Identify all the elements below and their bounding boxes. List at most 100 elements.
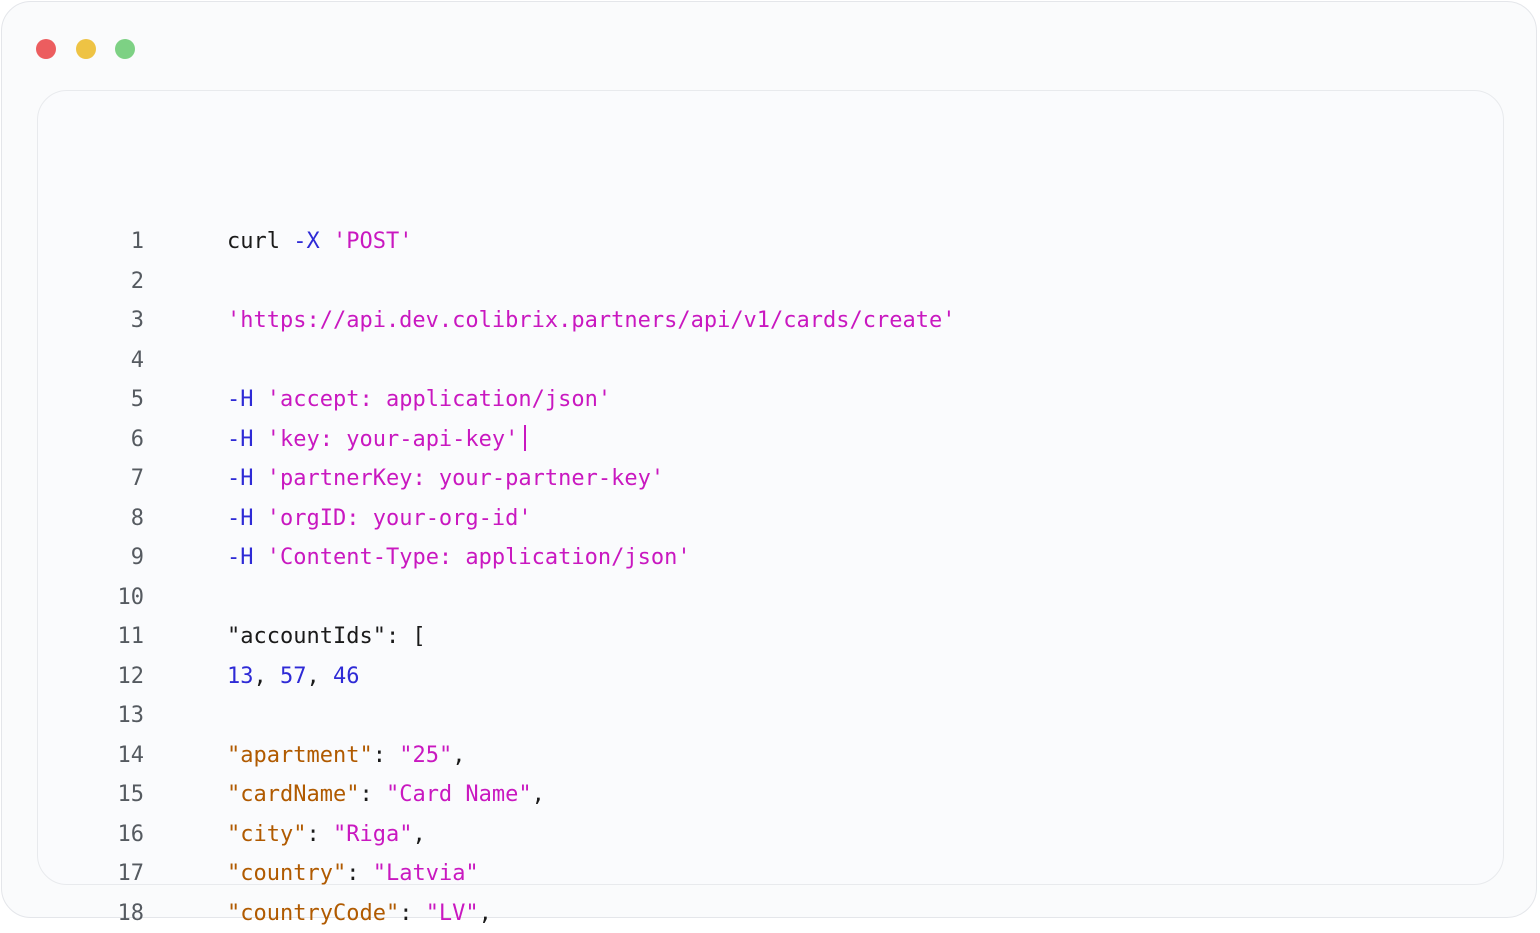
code-token: 'key: your-api-key'	[267, 427, 519, 452]
code-line: 3 'https://api.dev.colibrix.partners/api/…	[38, 301, 1503, 341]
code-token: ,	[307, 664, 334, 689]
code-line: 11 "accountIds": [	[38, 617, 1503, 657]
code-token	[254, 545, 267, 570]
line-number: 3	[78, 301, 144, 341]
maximize-window-button[interactable]	[115, 39, 135, 59]
code-line: 8 -H 'orgID: your-org-id'	[38, 499, 1503, 539]
code-token: "Card Name"	[386, 782, 532, 807]
code-token: ,	[452, 743, 465, 768]
code-token	[254, 387, 267, 412]
code-token: 'orgID: your-org-id'	[267, 506, 532, 531]
line-number: 7	[78, 459, 144, 499]
close-window-button[interactable]	[36, 39, 56, 59]
line-number: 16	[78, 815, 144, 855]
code-token	[254, 466, 267, 491]
code-text[interactable]: -H 'partnerKey: your-partner-key'	[227, 459, 664, 499]
code-line: 4	[38, 341, 1503, 381]
code-text[interactable]: -H 'key: your-api-key'	[227, 420, 526, 460]
code-line: 12 13, 57, 46	[38, 657, 1503, 697]
code-line: 6 -H 'key: your-api-key'	[38, 420, 1503, 460]
code-token: :	[399, 901, 426, 926]
code-token: -H	[227, 466, 254, 491]
code-token: ,	[479, 901, 492, 926]
code-lines: 1 curl -X 'POST' 23 'https://api.dev.colibr…	[38, 222, 1503, 933]
code-token: -H	[227, 387, 254, 412]
code-text[interactable]: "city": "Riga",	[227, 815, 426, 855]
code-token: 46	[333, 664, 360, 689]
code-text[interactable]: "countryCode": "LV",	[227, 894, 492, 933]
code-token: -X	[293, 229, 320, 254]
code-token	[320, 229, 333, 254]
code-token: -H	[227, 506, 254, 531]
line-number: 2	[78, 262, 144, 302]
code-text[interactable]: 13, 57, 46	[227, 657, 360, 697]
code-token: :	[359, 782, 386, 807]
minimize-window-button[interactable]	[76, 39, 96, 59]
code-token: "apartment"	[227, 743, 373, 768]
code-window: 1 curl -X 'POST' 23 'https://api.dev.colibr…	[1, 1, 1537, 918]
code-token: "countryCode"	[227, 901, 399, 926]
code-line: 15 "cardName": "Card Name",	[38, 775, 1503, 815]
code-text[interactable]: -H 'Content-Type: application/json'	[227, 538, 691, 578]
code-text[interactable]: "apartment": "25",	[227, 736, 465, 776]
line-number: 11	[78, 617, 144, 657]
code-text[interactable]: 'https://api.dev.colibrix.partners/api/v…	[227, 301, 955, 341]
code-text[interactable]: "accountIds": [	[227, 617, 426, 657]
code-line: 18 "countryCode": "LV",	[38, 894, 1503, 933]
line-number: 4	[78, 341, 144, 381]
code-token: :	[306, 822, 333, 847]
code-token: 'Content-Type: application/json'	[267, 545, 691, 570]
line-number: 6	[78, 420, 144, 460]
code-token: "Latvia"	[373, 861, 479, 886]
code-text[interactable]: -H 'accept: application/json'	[227, 380, 611, 420]
line-number: 18	[78, 894, 144, 933]
code-text[interactable]: -H 'orgID: your-org-id'	[227, 499, 532, 539]
code-token: -H	[227, 545, 254, 570]
code-token: "LV"	[426, 901, 479, 926]
code-token: "25"	[399, 743, 452, 768]
code-token	[254, 427, 267, 452]
code-line: 17 "country": "Latvia"	[38, 854, 1503, 894]
code-token: "accountIds": [	[227, 624, 426, 649]
code-text[interactable]: "country": "Latvia"	[227, 854, 479, 894]
code-line: 1 curl -X 'POST'	[38, 222, 1503, 262]
code-token: ,	[412, 822, 425, 847]
code-token	[254, 506, 267, 531]
line-number: 15	[78, 775, 144, 815]
line-number: 14	[78, 736, 144, 776]
line-number: 10	[78, 578, 144, 618]
text-cursor	[524, 425, 526, 451]
code-line: 2	[38, 262, 1503, 302]
line-number: 17	[78, 854, 144, 894]
code-token: :	[346, 861, 373, 886]
code-line: 7 -H 'partnerKey: your-partner-key'	[38, 459, 1503, 499]
code-token: curl	[227, 229, 293, 254]
line-number: 9	[78, 538, 144, 578]
code-token: -H	[227, 427, 254, 452]
code-text[interactable]: curl -X 'POST'	[227, 222, 412, 262]
line-number: 12	[78, 657, 144, 697]
line-number: 8	[78, 499, 144, 539]
code-line: 16 "city": "Riga",	[38, 815, 1503, 855]
code-editor[interactable]: 1 curl -X 'POST' 23 'https://api.dev.colibr…	[37, 90, 1504, 885]
line-number: 1	[78, 222, 144, 262]
code-token: 'partnerKey: your-partner-key'	[267, 466, 664, 491]
code-line: 9 -H 'Content-Type: application/json'	[38, 538, 1503, 578]
code-token: 13	[227, 664, 254, 689]
line-number: 13	[78, 696, 144, 736]
line-number: 5	[78, 380, 144, 420]
code-token: :	[373, 743, 400, 768]
code-token: 57	[280, 664, 307, 689]
code-line: 5 -H 'accept: application/json'	[38, 380, 1503, 420]
code-text[interactable]: "cardName": "Card Name",	[227, 775, 545, 815]
code-token: "cardName"	[227, 782, 359, 807]
code-token: ,	[254, 664, 281, 689]
code-token: "Riga"	[333, 822, 412, 847]
code-line: 14 "apartment": "25",	[38, 736, 1503, 776]
code-token: "city"	[227, 822, 306, 847]
code-line: 10	[38, 578, 1503, 618]
code-token: 'https://api.dev.colibrix.partners/api/v…	[227, 308, 955, 333]
code-token: 'POST'	[333, 229, 412, 254]
code-line: 13	[38, 696, 1503, 736]
code-token: ,	[532, 782, 545, 807]
